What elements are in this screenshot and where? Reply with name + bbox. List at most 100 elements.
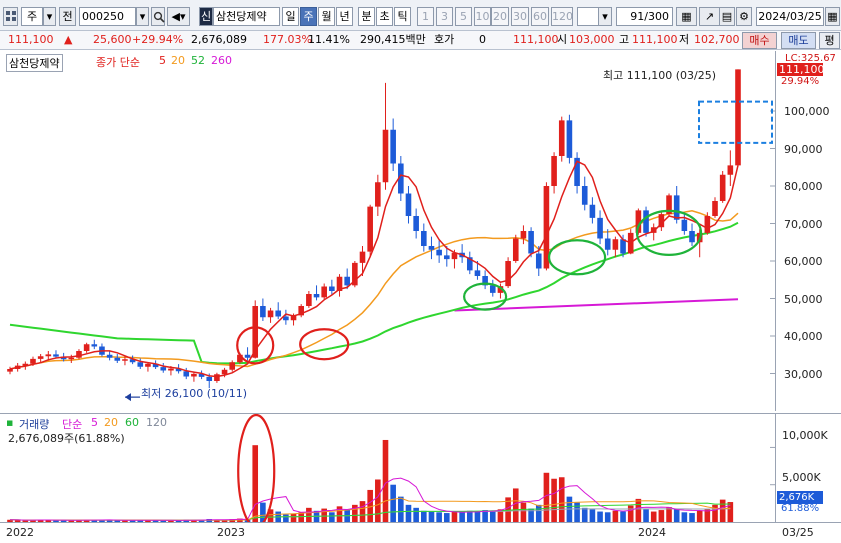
- candle-body: [712, 201, 718, 216]
- volume-title-icon: ▪: [6, 416, 14, 429]
- candle-body: [191, 373, 197, 377]
- stock-code-input[interactable]: 000250: [79, 7, 136, 26]
- candle-body: [260, 306, 266, 318]
- stock-name-field: 삼천당제약: [213, 7, 280, 26]
- period-mode-select[interactable]: 주: [21, 7, 43, 26]
- candle-body: [83, 344, 90, 351]
- volume-bar: [620, 511, 626, 522]
- candle-body: [321, 286, 327, 298]
- volume-bar: [597, 511, 603, 522]
- candle-body: [597, 217, 603, 239]
- interval-tab[interactable]: 분: [358, 7, 375, 26]
- candle-body: [612, 239, 619, 250]
- low-label: 저: [679, 33, 690, 46]
- candle-body: [704, 216, 711, 233]
- candle-body: [160, 367, 167, 371]
- candle-body: [91, 344, 98, 347]
- candle-body: [37, 356, 44, 359]
- tick-tab[interactable]: 60: [531, 7, 549, 26]
- interval-tab[interactable]: 월: [318, 7, 335, 26]
- volume-bar: [589, 509, 596, 522]
- interval-tab[interactable]: 일: [282, 7, 299, 26]
- tick-tab[interactable]: 30: [511, 7, 529, 26]
- volume-bar: [673, 509, 680, 522]
- candle-body: [535, 253, 542, 269]
- period-mode-value: 주: [26, 10, 38, 23]
- candle-body: [727, 165, 734, 175]
- interval-tab[interactable]: 틱: [394, 7, 411, 26]
- speaker-icon[interactable]: ◀▾: [167, 7, 190, 26]
- x-label-2023: 2023: [217, 526, 245, 539]
- high-note: 최고 111,100 (03/25): [603, 69, 717, 82]
- ma-period-3: 52: [191, 54, 205, 67]
- candle-body: [214, 374, 220, 381]
- volume-bar: [413, 507, 419, 522]
- tick-tab[interactable]: 1: [417, 7, 434, 26]
- search-icon[interactable]: [151, 7, 165, 26]
- count-field[interactable]: 91/300: [616, 7, 673, 26]
- stock-name-value: 삼천당제약: [216, 10, 267, 23]
- gear-icon[interactable]: ⚙: [736, 7, 752, 26]
- grid-icon[interactable]: [3, 7, 18, 26]
- interval-tab[interactable]: 주: [300, 7, 317, 26]
- price-chart[interactable]: [0, 51, 841, 411]
- amount-value: 290,415백만: [360, 33, 426, 46]
- code-dropdown-icon[interactable]: ▾: [136, 7, 149, 26]
- buy-button[interactable]: 매수: [742, 32, 777, 49]
- candle-body: [275, 310, 282, 317]
- x-label-2024: 2024: [638, 526, 666, 539]
- candle-body: [344, 276, 350, 286]
- all-mark[interactable]: 전: [59, 7, 76, 26]
- current-price: 111,100: [8, 33, 54, 46]
- volume-bar: [283, 514, 289, 522]
- candle-body: [183, 371, 190, 377]
- price-axis-line: [775, 51, 776, 411]
- volume-bar: [612, 510, 619, 522]
- candle-body: [114, 357, 121, 361]
- volume-value: 2,676,089: [191, 33, 247, 46]
- candle-body: [122, 359, 128, 361]
- candle-body: [30, 358, 36, 364]
- candle-body: [558, 120, 565, 156]
- trend-icon[interactable]: ↗: [699, 7, 720, 26]
- high-label: 고: [619, 33, 630, 46]
- layout-icon[interactable]: ▦: [676, 7, 697, 26]
- candle-body: [604, 238, 611, 250]
- volume-bar: [459, 512, 465, 522]
- range-dropdown-icon[interactable]: ▾: [598, 7, 612, 26]
- volume-bar: [727, 502, 734, 522]
- turnover-value: 11.41%: [308, 33, 350, 46]
- interval-tab[interactable]: 년: [336, 7, 353, 26]
- candle-body: [673, 195, 680, 220]
- calendar-icon[interactable]: ▦: [825, 7, 840, 26]
- volume-bar: [306, 507, 312, 522]
- tick-tab[interactable]: 3: [436, 7, 453, 26]
- volume-value-label: 2,676,089주(61.88%): [8, 432, 125, 445]
- volume-chart[interactable]: [0, 414, 841, 523]
- save-icon[interactable]: ▤: [719, 7, 735, 26]
- ma-period-4: 260: [211, 54, 232, 67]
- chevron-down-icon[interactable]: ▾: [43, 7, 56, 26]
- count-total: /300: [644, 10, 669, 23]
- candle-body: [681, 219, 688, 231]
- candle-body: [221, 369, 228, 375]
- candle-body: [489, 285, 496, 293]
- stock-code-value: 000250: [82, 10, 124, 23]
- date-field[interactable]: 2024/03/25: [756, 7, 824, 26]
- eval-button[interactable]: 평: [819, 32, 840, 49]
- credit-badge-label: 신: [200, 10, 212, 23]
- ma-period-2: 20: [171, 54, 185, 67]
- x-axis: 2022 2023 2024 03/25: [0, 522, 841, 543]
- candle-body: [444, 255, 450, 260]
- candle-body: [390, 129, 396, 164]
- volume-bar: [252, 445, 259, 522]
- volume-bar: [428, 511, 435, 522]
- credit-badge: 신: [199, 7, 213, 26]
- sell-button[interactable]: 매도: [781, 32, 816, 49]
- tick-tab[interactable]: 20: [491, 7, 509, 26]
- interval-tab[interactable]: 초: [376, 7, 393, 26]
- tick-tab[interactable]: 5: [455, 7, 472, 26]
- tick-tab[interactable]: 120: [551, 7, 573, 26]
- candle-body: [589, 204, 596, 218]
- tick-tab[interactable]: 10: [474, 7, 491, 26]
